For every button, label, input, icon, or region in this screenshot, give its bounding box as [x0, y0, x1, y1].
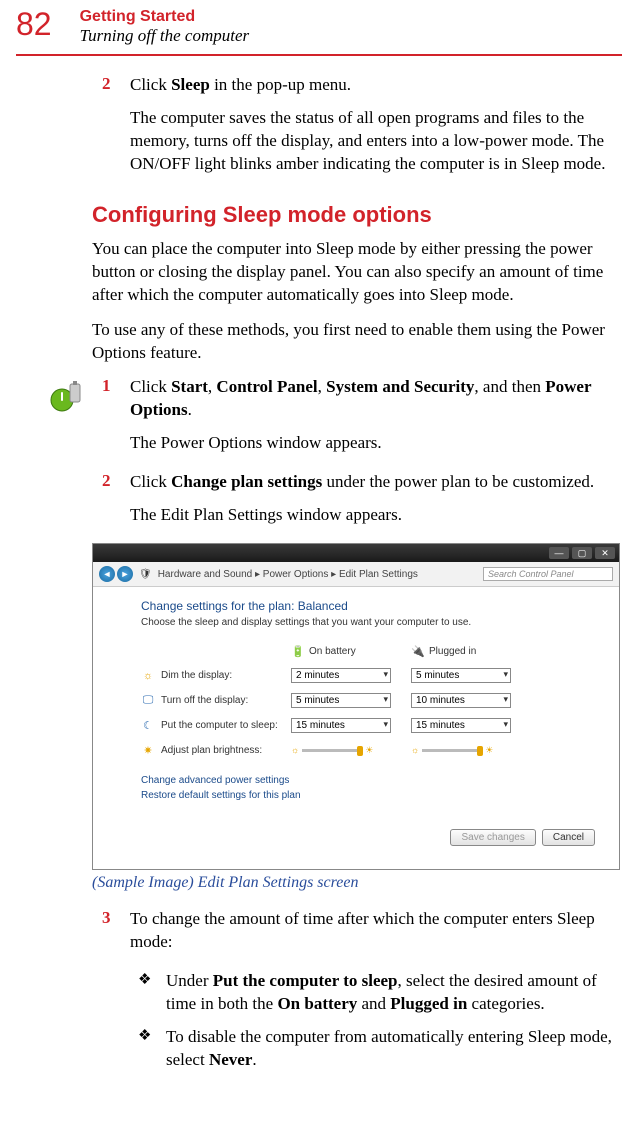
turn-off-display-label: 🖵Turn off the display: — [141, 694, 291, 708]
step-number: 2 — [102, 74, 130, 186]
step-2-config: 2 Click Change plan settings under the p… — [102, 471, 628, 537]
step-number: 1 — [102, 376, 130, 465]
cancel-button[interactable]: Cancel — [542, 829, 595, 846]
off-plugged-select[interactable]: 10 minutes — [411, 693, 511, 708]
plan-title: Change settings for the plan: Balanced — [141, 599, 595, 613]
section-heading: Configuring Sleep mode options — [92, 202, 622, 228]
page-number: 82 — [16, 8, 52, 40]
nav-forward-icon[interactable]: ► — [117, 566, 133, 582]
edit-plan-settings-screenshot: — ▢ ✕ ◄ ► 🛡 Hardware and Sound ▸ Power O… — [92, 543, 620, 870]
minimize-button[interactable]: — — [549, 547, 569, 559]
body-para-1: You can place the computer into Sleep mo… — [92, 238, 622, 307]
monitor-icon: 🖵 — [141, 694, 155, 708]
restore-defaults-link[interactable]: Restore default settings for this plan — [141, 790, 595, 801]
maximize-button[interactable]: ▢ — [572, 547, 592, 559]
brightness-label: ✷Adjust plan brightness: — [141, 743, 291, 757]
sleep-label: ☾Put the computer to sleep: — [141, 719, 291, 733]
step-after: The Power Options window appears. — [130, 432, 622, 455]
dim-icon: ☼ — [141, 669, 155, 683]
step-para: The computer saves the status of all ope… — [130, 107, 622, 176]
dim-plugged-select[interactable]: 5 minutes — [411, 668, 511, 683]
diamond-bullet-icon: ❖ — [138, 970, 166, 1016]
step-line: Click Sleep in the pop-up menu. — [130, 74, 622, 97]
dim-display-label: ☼Dim the display: — [141, 669, 291, 683]
step-after: The Edit Plan Settings window appears. — [130, 504, 622, 527]
bullet-1: ❖ Under Put the computer to sleep, selec… — [138, 970, 622, 1016]
bullet-text: To disable the computer from automatical… — [166, 1026, 622, 1072]
window-titlebar: — ▢ ✕ — [93, 544, 619, 562]
step-2-top: 2 Click Sleep in the pop-up menu. The co… — [102, 74, 628, 186]
step-line: Click Change plan settings under the pow… — [130, 471, 622, 494]
shield-icon: 🛡 — [139, 569, 152, 580]
brightness-battery-slider[interactable]: ☼☀ — [291, 745, 411, 756]
step-1-config: 1 Click Start, Control Panel, System and… — [102, 376, 628, 465]
close-button[interactable]: ✕ — [595, 547, 615, 559]
brightness-icon: ✷ — [141, 743, 155, 757]
off-battery-select[interactable]: 5 minutes — [291, 693, 391, 708]
sleep-plugged-select[interactable]: 15 minutes — [411, 718, 511, 733]
step-number: 2 — [102, 471, 130, 537]
chapter-subtitle: Turning off the computer — [80, 26, 250, 46]
step-line: To change the amount of time after which… — [130, 908, 622, 954]
bullet-text: Under Put the computer to sleep, select … — [166, 970, 622, 1016]
screenshot-caption: (Sample Image) Edit Plan Settings screen — [92, 874, 628, 892]
plugged-in-header: 🔌Plugged in — [411, 644, 531, 658]
advanced-settings-link[interactable]: Change advanced power settings — [141, 775, 595, 786]
bullet-2: ❖ To disable the computer from automatic… — [138, 1026, 622, 1072]
breadcrumb[interactable]: Hardware and Sound ▸ Power Options ▸ Edi… — [158, 569, 477, 580]
on-battery-header: 🔋On battery — [291, 644, 411, 658]
page-header: 82 Getting Started Turning off the compu… — [0, 0, 638, 52]
body-para-2: To use any of these methods, you first n… — [92, 319, 622, 365]
step-number: 3 — [102, 908, 130, 964]
plug-icon: 🔌 — [411, 644, 425, 658]
step-line: Click Start, Control Panel, System and S… — [130, 376, 622, 422]
dim-battery-select[interactable]: 2 minutes — [291, 668, 391, 683]
header-divider — [16, 54, 622, 56]
nav-back-icon[interactable]: ◄ — [99, 566, 115, 582]
brightness-plugged-slider[interactable]: ☼☀ — [411, 745, 531, 756]
moon-icon: ☾ — [141, 719, 155, 733]
search-input[interactable]: Search Control Panel — [483, 567, 613, 581]
battery-icon: 🔋 — [291, 644, 305, 658]
sleep-battery-select[interactable]: 15 minutes — [291, 718, 391, 733]
diamond-bullet-icon: ❖ — [138, 1026, 166, 1072]
window-navbar: ◄ ► 🛡 Hardware and Sound ▸ Power Options… — [93, 562, 619, 587]
chapter-title: Getting Started — [80, 8, 250, 26]
save-changes-button[interactable]: Save changes — [450, 829, 535, 846]
plan-desc: Choose the sleep and display settings th… — [141, 617, 595, 628]
power-icon — [48, 378, 84, 419]
step-3: 3 To change the amount of time after whi… — [102, 908, 628, 964]
